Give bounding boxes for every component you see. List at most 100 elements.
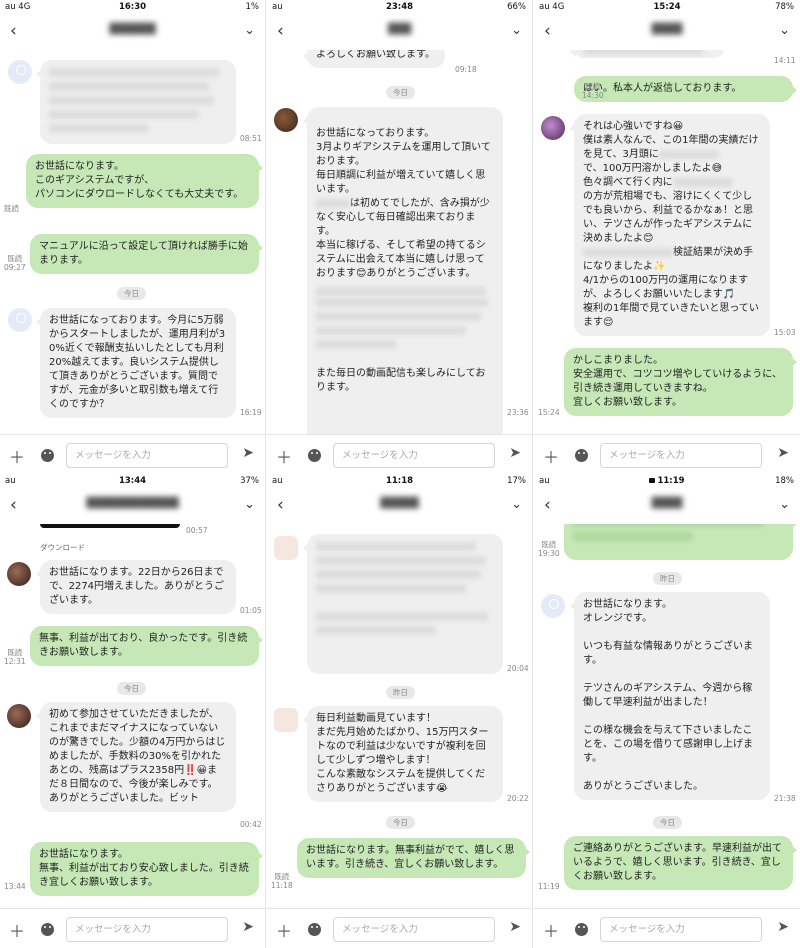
- message-input[interactable]: メッセージを入力: [66, 917, 228, 942]
- message-time: 16:19: [240, 408, 262, 417]
- message-input[interactable]: メッセージを入力: [600, 443, 762, 468]
- message-bubble-incoming: お世話になっております。 3月よりギアシステムを運用して頂いております。 毎日順…: [303, 107, 503, 467]
- chevron-down-icon[interactable]: ⌄: [511, 23, 522, 38]
- date-divider: 今日: [386, 816, 415, 829]
- message-list: 08:51 お世話になります。 このギアシステムですが、 パソコンにダウロードし…: [0, 50, 265, 434]
- date-divider: 昨日: [386, 686, 415, 699]
- send-icon[interactable]: ➤: [242, 445, 254, 461]
- message-list: 14:11 はい。私本人が返信しております。 既読 14:30 それは心強いです…: [534, 38, 800, 434]
- chevron-down-icon[interactable]: ⌄: [779, 23, 790, 38]
- plus-icon[interactable]: ＋: [276, 444, 292, 468]
- message-time: 23:36: [507, 408, 529, 417]
- chat-title: ███: [387, 24, 412, 35]
- plus-icon[interactable]: ＋: [276, 918, 292, 942]
- clock: 13:44: [118, 476, 147, 486]
- plus-icon[interactable]: ＋: [543, 918, 559, 942]
- message-time: 09:18: [455, 65, 477, 74]
- clock-text: 11:19: [657, 476, 685, 486]
- message-text: また毎日の動画配信も楽しみにしております。: [316, 367, 486, 393]
- send-icon[interactable]: ➤: [777, 445, 789, 461]
- message-bubble-outgoing: 無事、利益が出ており、良かったです。引き続きお願い致します。: [30, 626, 263, 666]
- chat-title: ████: [651, 498, 683, 509]
- message-time: 01:05: [240, 606, 262, 615]
- plus-icon[interactable]: ＋: [9, 918, 25, 942]
- chat-panel-2: au 23:48 66% ‹ ███ ⌄ よろしくお願い致します。 09:18 …: [267, 0, 533, 474]
- message-input[interactable]: メッセージを入力: [333, 443, 495, 468]
- status-bar: au 23:48 66%: [267, 0, 532, 14]
- avatar[interactable]: [274, 536, 298, 560]
- avatar[interactable]: [7, 562, 31, 586]
- chat-header: ‹ ██████ ⌄: [0, 14, 265, 50]
- message-bubble-outgoing: マニュアルに沿って設定して頂ければ勝手に始まります。: [30, 234, 263, 274]
- avatar[interactable]: [7, 704, 31, 728]
- read-time: 既読 19:30: [538, 540, 560, 558]
- emoji-icon[interactable]: [575, 449, 588, 462]
- status-bar: au 11:18 17%: [267, 474, 532, 488]
- avatar[interactable]: [274, 708, 298, 732]
- chat-header: ‹ ████ ⌄: [534, 488, 800, 524]
- send-icon[interactable]: ➤: [509, 445, 521, 461]
- avatar[interactable]: [8, 60, 32, 84]
- avatar[interactable]: [541, 594, 565, 618]
- plus-icon[interactable]: ＋: [543, 444, 559, 468]
- message-bubble-incoming: それは心強いですね😀 僕は素人なんで、この1年間の実績だけを見て、3月頭に で、…: [570, 114, 770, 336]
- chevron-down-icon[interactable]: ⌄: [244, 23, 255, 38]
- message-time: 11:19: [538, 882, 560, 891]
- message-list: 既読 19:30 昨日 お世話になります。 オレンジです。 いつも有益な情報あり…: [534, 510, 800, 908]
- avatar[interactable]: [8, 308, 32, 332]
- read-time: 既読 09:27: [4, 254, 26, 272]
- message-input[interactable]: メッセージを入力: [66, 443, 228, 468]
- message-input-bar: ＋ メッセージを入力 ➤: [534, 434, 800, 474]
- battery-level: 17%: [507, 476, 526, 486]
- chat-title: ████████████: [86, 498, 179, 509]
- read-time: 既読 11:18: [271, 872, 293, 890]
- message-input[interactable]: メッセージを入力: [600, 917, 762, 942]
- emoji-icon[interactable]: [575, 923, 588, 936]
- message-time: 14:11: [774, 56, 796, 65]
- message-time: 00:42: [240, 820, 262, 829]
- date-divider: 昨日: [653, 572, 682, 585]
- status-bar: au 4G 16:30 1%: [0, 0, 265, 14]
- message-bubble-outgoing: お世話になります。無事利益がでて、嬉しく思います。引き続き、宜しくお願い致します…: [297, 838, 530, 878]
- chat-panel-4: au 13:44 37% ‹ ████████████ ⌄ 00:57 ダウンロ…: [0, 474, 266, 948]
- download-link[interactable]: ダウンロード: [40, 542, 85, 553]
- chat-title: █████: [380, 498, 419, 509]
- emoji-icon[interactable]: [41, 449, 54, 462]
- chat-panel-1: au 4G 16:30 1% ‹ ██████ ⌄ 08:51 お世話になります…: [0, 0, 266, 474]
- message-bubble-outgoing: かしこまりました。 安全運用で、コツコツ増やしていけるように、引き続き運用してい…: [564, 348, 797, 416]
- message-bubble-blurred: [303, 534, 503, 674]
- message-bubble-blurred: [36, 60, 236, 144]
- read-time: 既読 14:30: [582, 82, 604, 100]
- plus-icon[interactable]: ＋: [9, 444, 25, 468]
- chevron-down-icon[interactable]: ⌄: [511, 497, 522, 512]
- message-bubble-incoming: お世話になっております。今月に5万弱からスタートしましたが、運用月利が30%近く…: [36, 308, 236, 418]
- message-time: 00:57: [186, 526, 208, 535]
- chevron-down-icon[interactable]: ⌄: [244, 497, 255, 512]
- read-receipt: 既読: [4, 204, 19, 213]
- battery-level: 1%: [245, 2, 260, 12]
- status-bar: au 4G 15:24 78%: [534, 0, 800, 14]
- date-divider: 今日: [117, 682, 146, 695]
- send-icon[interactable]: ➤: [509, 919, 521, 935]
- date-divider: 今日: [117, 287, 146, 300]
- message-text: お世話になっております。 3月よりギアシステムを運用して頂いております。 毎日順…: [316, 128, 491, 195]
- chat-header: ‹ ████████████ ⌄: [0, 488, 265, 524]
- date-divider: 今日: [386, 86, 415, 99]
- message-text: は初めてでしたが、含み損が少なく安心して毎日確認出来ております。 本当に稼げる、…: [316, 198, 490, 279]
- battery-level: 66%: [507, 2, 526, 12]
- message-input-bar: ＋ メッセージを入力 ➤: [267, 434, 532, 474]
- emoji-icon[interactable]: [308, 923, 321, 936]
- message-list: 00:57 ダウンロード お世話になります。22日から26日までで、2274円増…: [0, 520, 265, 908]
- avatar[interactable]: [274, 108, 298, 132]
- send-icon[interactable]: ➤: [777, 919, 789, 935]
- send-icon[interactable]: ➤: [242, 919, 254, 935]
- avatar[interactable]: [541, 116, 565, 140]
- chat-header: ‹ █████ ⌄: [267, 488, 532, 524]
- chevron-down-icon[interactable]: ⌄: [779, 497, 790, 512]
- emoji-icon[interactable]: [308, 449, 321, 462]
- clock: 16:30: [118, 2, 147, 12]
- chat-header: ‹ ███ ⌄: [267, 14, 532, 50]
- message-input[interactable]: メッセージを入力: [333, 917, 495, 942]
- emoji-icon[interactable]: [41, 923, 54, 936]
- battery-level: 37%: [240, 476, 259, 486]
